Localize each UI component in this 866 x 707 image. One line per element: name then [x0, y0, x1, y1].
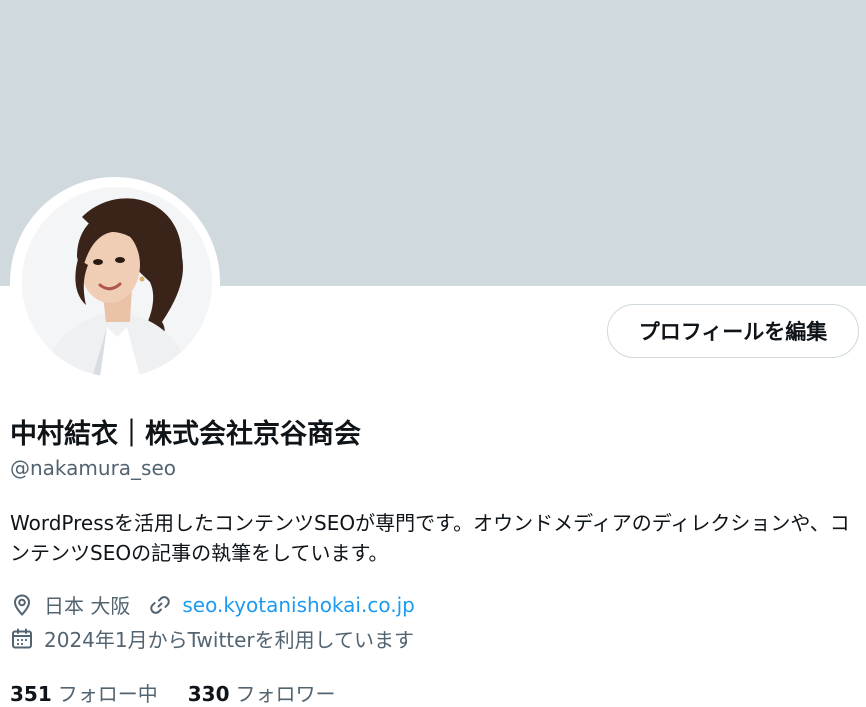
avatar[interactable]: [22, 187, 212, 377]
followers-count: 330: [187, 682, 230, 706]
link-icon: [148, 593, 172, 617]
profile-location: 日本 大阪: [44, 594, 131, 618]
profile-name: 中村結衣｜株式会社京谷商会: [10, 419, 361, 450]
calendar-icon: [10, 627, 34, 651]
profile-handle: @nakamura_seo: [10, 456, 177, 480]
profile-meta-joined: 2024年1月からTwitterを利用しています: [10, 624, 414, 653]
avatar-portrait: [22, 187, 212, 377]
edit-profile-button[interactable]: プロフィールを編集: [607, 304, 859, 358]
profile-bio: WordPressを活用したコンテンツSEOが専門です。オウンドメディアのディレ…: [10, 511, 850, 565]
website-link[interactable]: seo.kyotanishokai.co.jp: [182, 593, 414, 617]
following-label: フォロー中: [57, 682, 158, 706]
followers-link[interactable]: 330 フォロワー: [188, 678, 336, 707]
following-count: 351: [10, 682, 52, 706]
location-pin-icon: [10, 593, 34, 617]
follow-stats: 351 フォロー中 330 フォロワー: [10, 678, 366, 707]
profile-joined: 2024年1月からTwitterを利用しています: [44, 628, 415, 652]
profile-website[interactable]: seo.kyotanishokai.co.jp: [148, 593, 415, 617]
profile-meta-location-link: 日本 大阪 seo.kyotanishokai.co.jp: [10, 590, 415, 619]
followers-label: フォロワー: [235, 682, 336, 706]
following-link[interactable]: 351 フォロー中: [10, 678, 158, 707]
